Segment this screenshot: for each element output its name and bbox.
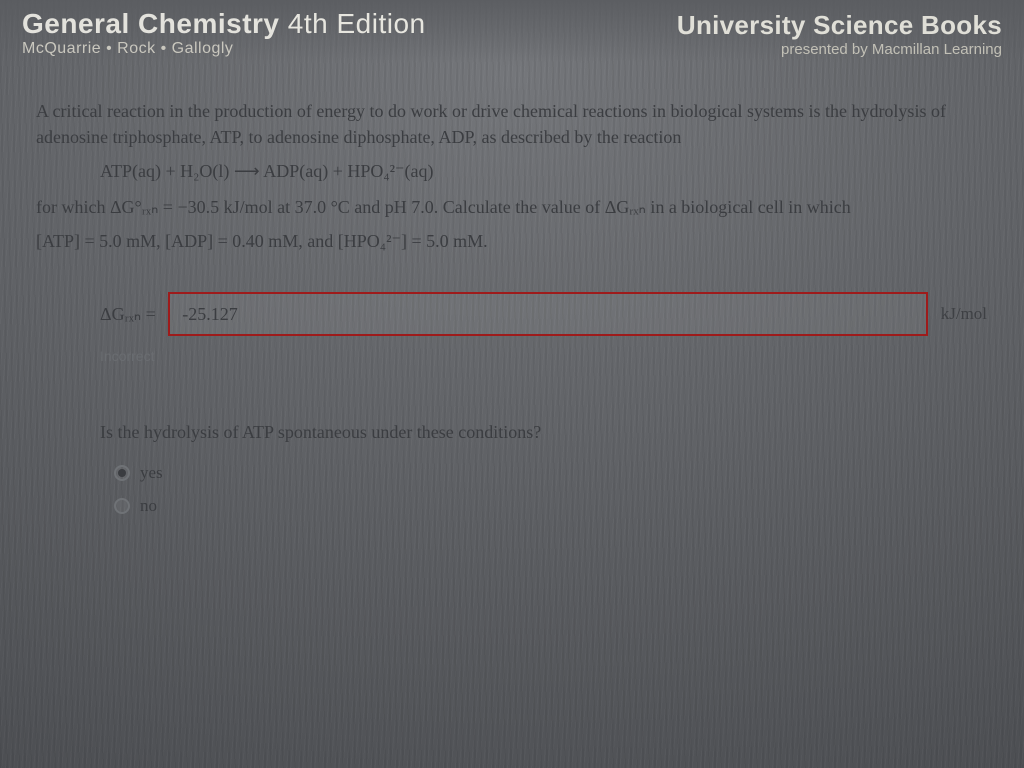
equation-arrow: ⟶ <box>234 161 260 181</box>
p2-b: at 37.0 °C and pH 7.0. Calculate the val… <box>273 197 851 217</box>
equation-rhs: ADP(aq) + HPO₄²⁻(aq) <box>263 161 433 181</box>
book-title: General Chemistry 4th Edition <box>22 10 426 38</box>
publisher-block: University Science Books presented by Ma… <box>677 10 1002 58</box>
radio-icon <box>114 465 130 481</box>
problem-content: A critical reaction in the production of… <box>0 62 1024 518</box>
question-spontaneous: Is the hydrolysis of ATP spontaneous und… <box>100 419 996 445</box>
problem-paragraph-2: for which ΔG°ᵣₓₙ = −30.5 kJ/mol at 37.0 … <box>36 194 996 220</box>
equation-lhs: ATP(aq) + H₂O(l) <box>100 161 229 181</box>
radio-label: no <box>140 494 157 519</box>
publisher-name: University Science Books <box>677 10 1002 41</box>
book-title-edition: 4th Edition <box>288 8 426 39</box>
answer-feedback: Incorrect <box>100 346 996 366</box>
answer-unit: kJ/mol <box>941 302 987 327</box>
reaction-equation: ATP(aq) + H₂O(l) ⟶ ADP(aq) + HPO₄²⁻(aq) <box>100 158 996 184</box>
radio-label: yes <box>140 461 163 486</box>
problem-paragraph-1: A critical reaction in the production of… <box>36 98 996 150</box>
answer-input[interactable] <box>168 292 928 336</box>
answer-block: ΔGᵣₓₙ = kJ/mol Incorrect <box>100 292 996 366</box>
radio-option-no[interactable]: no <box>114 494 996 519</box>
textbook-banner: General Chemistry 4th Edition McQuarrie … <box>0 0 1024 62</box>
radio-group-spontaneous: yes no <box>114 461 996 518</box>
answer-label: ΔGᵣₓₙ = <box>100 301 156 327</box>
problem-paragraph-3: [ATP] = 5.0 mM, [ADP] = 0.40 mM, and [HP… <box>36 228 996 254</box>
book-title-block: General Chemistry 4th Edition McQuarrie … <box>22 10 426 58</box>
dg-std-value: −30.5 kJ/mol <box>177 197 272 217</box>
publisher-sub: presented by Macmillan Learning <box>677 41 1002 58</box>
book-title-name: General Chemistry <box>22 8 280 39</box>
radio-icon <box>114 498 130 514</box>
radio-option-yes[interactable]: yes <box>114 461 996 486</box>
p2-a: for which ΔG°ᵣₓₙ = <box>36 197 177 217</box>
book-authors: McQuarrie • Rock • Gallogly <box>22 40 426 58</box>
